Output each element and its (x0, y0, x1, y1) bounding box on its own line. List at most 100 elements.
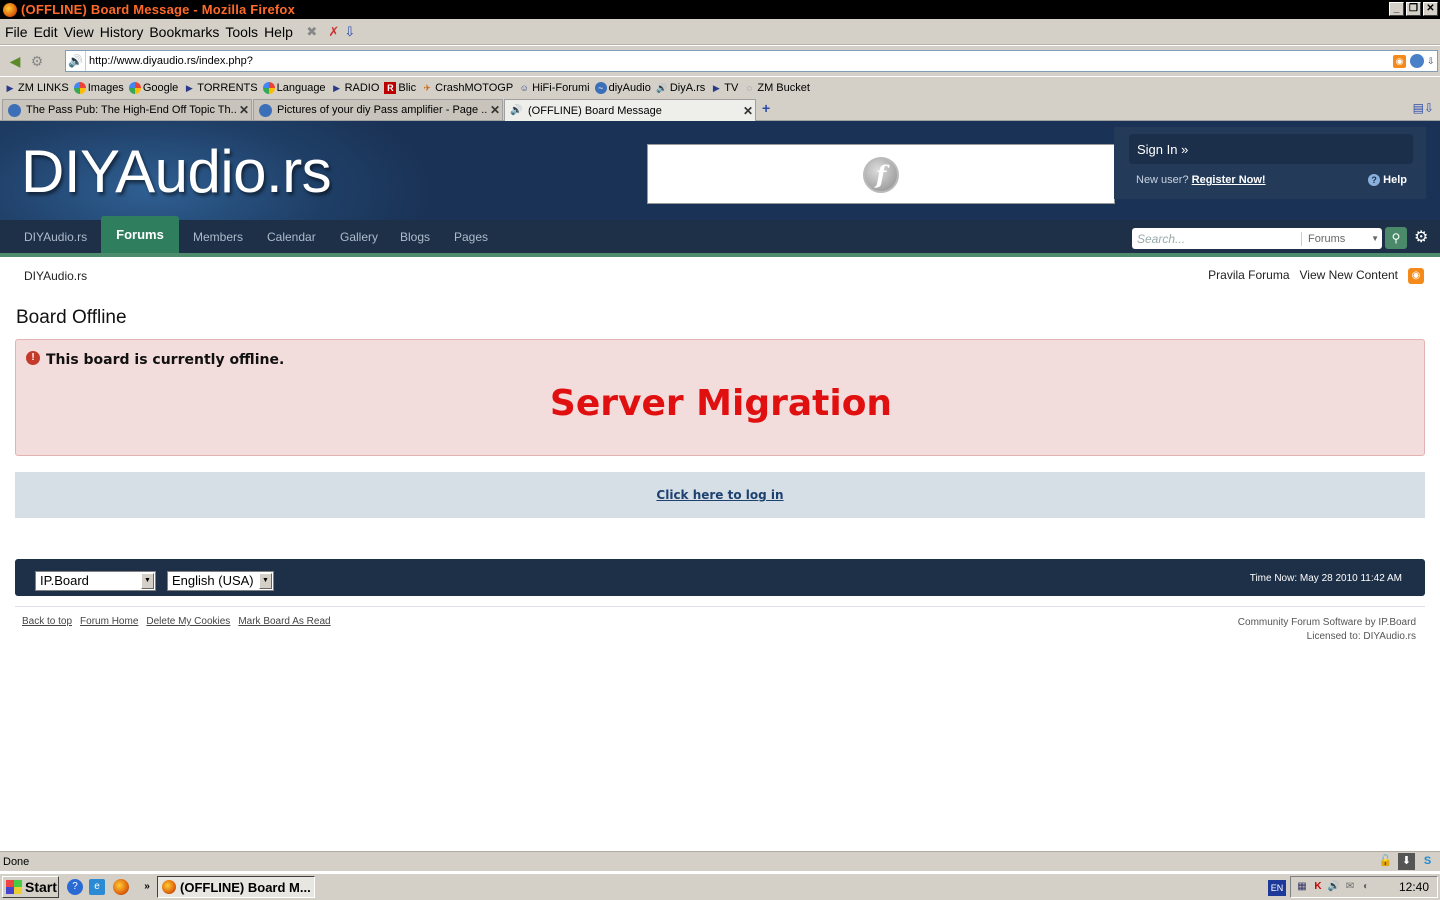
help-quicklaunch-icon[interactable]: ? (67, 879, 83, 895)
bookmark-hifi-forumi[interactable]: ☺ HiFi-Forumi (518, 82, 590, 94)
chevron-down-icon: ▼ (259, 573, 272, 589)
folder-icon: ▶ (333, 82, 341, 93)
view-new-content-link[interactable]: View New Content (1300, 268, 1399, 282)
nav-accent-line (0, 253, 1440, 257)
search-input[interactable]: Search... (1132, 231, 1302, 246)
back-button-icon[interactable]: ◀ (4, 51, 26, 71)
menu-help[interactable]: Help (263, 24, 298, 40)
close-tab-icon[interactable]: ✕ (488, 103, 502, 117)
rss-icon[interactable]: ◉ (1408, 268, 1424, 284)
primary-nav: DIYAudio.rs Forums Members Calendar Gall… (0, 216, 1440, 253)
bookmark-torrents[interactable]: ▶ TORRENTS (183, 82, 258, 94)
bookmark-crashmotogp[interactable]: ✈ CrashMOTOGP (421, 82, 513, 94)
breadcrumb[interactable]: DIYAudio.rs (24, 269, 87, 283)
minimize-button[interactable]: _ (1389, 2, 1404, 16)
nav-blogs[interactable]: Blogs (400, 230, 430, 244)
register-link[interactable]: Register Now! (1192, 174, 1266, 186)
nav-members[interactable]: Members (193, 230, 243, 244)
url-dropdown-icon[interactable]: ⇩ (1427, 56, 1437, 67)
help-icon: ? (1368, 174, 1381, 186)
bookmark-tv[interactable]: ▶ TV (710, 82, 739, 94)
antivirus-tray-icon[interactable]: K (1311, 880, 1325, 894)
download-icon[interactable]: ⬇ (1398, 853, 1415, 870)
help-link[interactable]: ? Help (1368, 174, 1407, 186)
skype-icon[interactable]: S (1419, 853, 1436, 870)
flash-banner[interactable]: f (647, 144, 1115, 204)
search-button[interactable]: ⚲ (1385, 227, 1407, 249)
close-button[interactable]: ✕ (1423, 2, 1438, 16)
bookmark-radio[interactable]: ▶ RADIO (331, 82, 379, 94)
google-icon (73, 81, 86, 94)
mail-tray-icon[interactable]: ✉ (1343, 880, 1357, 894)
forum-home-link[interactable]: Forum Home (80, 616, 138, 627)
search-icon: ⚲ (1391, 231, 1401, 245)
search-scope-select[interactable]: Forums (1302, 233, 1371, 245)
update-tray-icon[interactable]: ◐ (1359, 880, 1373, 894)
language-indicator[interactable]: EN (1268, 880, 1286, 896)
nav-pages[interactable]: Pages (454, 230, 488, 244)
download-arrow-icon[interactable]: ⇩ (342, 24, 358, 40)
chevron-down-icon: ▼ (141, 573, 154, 589)
close-toolbar-icon[interactable]: ✖ (304, 24, 320, 40)
footer-links: Back to top Forum Home Delete My Cookies… (22, 616, 331, 627)
speaker-favicon-icon: 🔊 (66, 51, 86, 71)
window-title: (OFFLINE) Board Message - Mozilla Firefo… (21, 2, 296, 17)
menu-tools[interactable]: Tools (224, 24, 263, 40)
url-text[interactable]: http://www.diyaudio.rs/index.php? (86, 55, 1393, 67)
nav-gallery[interactable]: Gallery (340, 230, 378, 244)
lock-icon[interactable]: 🔓 (1377, 853, 1394, 870)
language-select[interactable]: English (USA) ▼ (167, 571, 274, 591)
close-tab-icon[interactable]: ✕ (237, 103, 251, 117)
sign-in-button[interactable]: Sign In » (1129, 134, 1413, 164)
tab-pictures-pass-amplifier[interactable]: Pictures of your diy Pass amplifier - Pa… (253, 99, 503, 120)
menu-file[interactable]: File (4, 24, 33, 40)
new-tab-icon[interactable]: + (762, 100, 770, 116)
bookmark-blic[interactable]: R Blic (384, 81, 416, 94)
nav-calendar[interactable]: Calendar (267, 230, 316, 244)
top-links: Pravila Foruma View New Content ◉ (1208, 266, 1424, 284)
bookmark-zm-bucket[interactable]: ◌ ZM Bucket (743, 82, 810, 94)
menu-bookmarks[interactable]: Bookmarks (148, 24, 224, 40)
ie-quicklaunch-icon[interactable]: e (89, 879, 105, 895)
nav-home[interactable]: DIYAudio.rs (24, 230, 87, 244)
close-tab-icon[interactable]: ✕ (741, 104, 755, 118)
window-title-bar: (OFFLINE) Board Message - Mozilla Firefo… (0, 0, 1440, 19)
tab-offline-board-message[interactable]: 🔊 (OFFLINE) Board Message ✕ (504, 99, 756, 121)
forward-button-icon[interactable]: ⚙ (26, 51, 48, 71)
bookmark-zm-links[interactable]: ▶ ZM LINKS (4, 82, 69, 94)
taskbar-firefox-window[interactable]: (OFFLINE) Board M... (157, 876, 315, 898)
start-button[interactable]: Start (2, 876, 59, 898)
menu-view[interactable]: View (63, 24, 99, 40)
bookmark-language[interactable]: Language (262, 81, 326, 94)
expand-quicklaunch-icon[interactable]: » (139, 879, 155, 895)
gear-icon[interactable]: ⚙ (1414, 227, 1428, 247)
restore-button[interactable]: ❐ (1406, 2, 1421, 16)
google-icon (128, 81, 141, 94)
forum-rules-link[interactable]: Pravila Foruma (1208, 268, 1289, 282)
volume-tray-icon[interactable]: 🔊 (1327, 880, 1341, 894)
rss-feed-icon[interactable]: ◉ (1393, 54, 1406, 68)
bookmark-google[interactable]: Google (128, 81, 178, 94)
bookmark-diya-rs[interactable]: 🔊 DiyA.rs (656, 82, 705, 94)
nav-forums[interactable]: Forums (101, 216, 179, 253)
firefox-quicklaunch-icon[interactable] (113, 879, 129, 895)
noscript-icon[interactable]: ✗ (326, 24, 342, 40)
software-credit[interactable]: Community Forum Software by IP.Board (1238, 616, 1416, 630)
bookmark-diyaudio[interactable]: ~ diyAudio (594, 81, 651, 94)
url-bar[interactable]: 🔊 http://www.diyaudio.rs/index.php? ◉ ⇩ (65, 50, 1438, 72)
delete-cookies-link[interactable]: Delete My Cookies (146, 616, 230, 627)
network-tray-icon[interactable]: ▦ (1295, 880, 1309, 894)
mark-board-read-link[interactable]: Mark Board As Read (238, 616, 330, 627)
bookmark-images[interactable]: Images (73, 81, 124, 94)
menu-history[interactable]: History (99, 24, 149, 40)
back-to-top-link[interactable]: Back to top (22, 616, 72, 627)
tab-pass-pub[interactable]: The Pass Pub: The High-End Off Topic Th.… (2, 99, 252, 120)
chevron-down-icon[interactable]: ▼ (1371, 234, 1382, 243)
menu-edit[interactable]: Edit (33, 24, 63, 40)
list-all-tabs-icon[interactable]: ▤⇩ (1413, 101, 1434, 115)
clock[interactable]: 12:40 (1399, 880, 1429, 894)
skin-select[interactable]: IP.Board ▼ (35, 571, 156, 591)
go-icon[interactable] (1410, 54, 1424, 68)
login-link[interactable]: Click here to log in (656, 488, 783, 502)
site-logo[interactable]: DIYAudio.rs (21, 137, 332, 206)
